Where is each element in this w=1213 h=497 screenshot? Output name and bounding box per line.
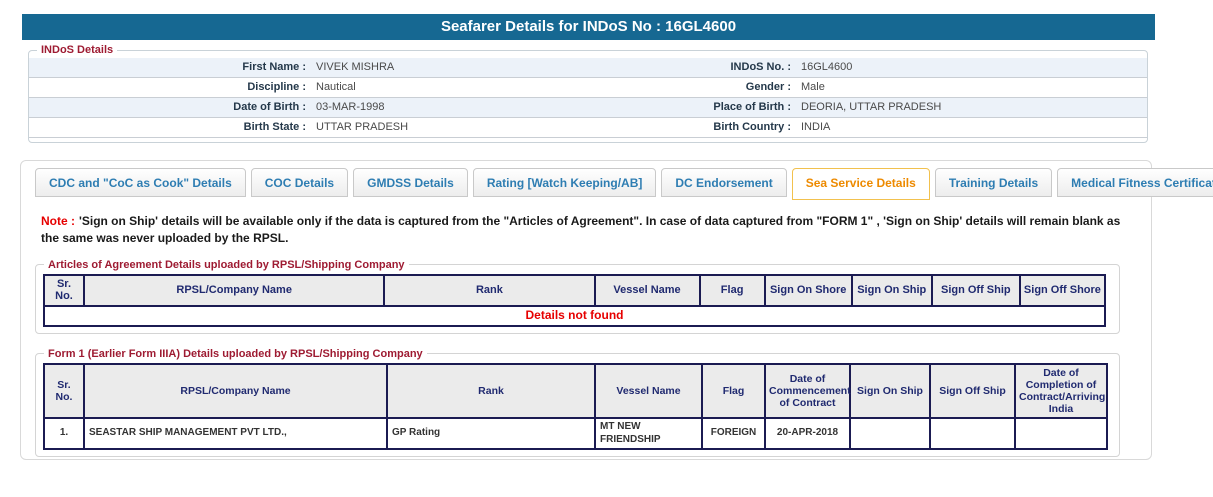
column-header-sign-on-ship: Sign On Ship xyxy=(852,275,932,306)
form1-legend: Form 1 (Earlier Form IIIA) Details uploa… xyxy=(44,348,427,360)
indos-details-legend: INDoS Details xyxy=(37,44,117,56)
field-value: 03-MAR-1998 xyxy=(314,98,639,117)
tab-gmdss-details[interactable]: GMDSS Details xyxy=(353,168,468,197)
column-header-flag: Flag xyxy=(700,275,765,306)
articles-of-agreement-table: Sr. No.RPSL/Company NameRankVessel NameF… xyxy=(43,274,1106,327)
column-header-sign-on-shore: Sign On Shore xyxy=(765,275,852,306)
column-header-rank: Rank xyxy=(384,275,594,306)
column-header-sr-no: Sr. No. xyxy=(44,364,84,418)
column-header-vessel-name: Vessel Name xyxy=(595,275,700,306)
page-title: Seafarer Details for INDoS No : 16GL4600 xyxy=(22,14,1155,40)
form1-section: Form 1 (Earlier Form IIIA) Details uploa… xyxy=(35,348,1120,457)
tab-bar: CDC and "CoC as Cook" DetailsCOC Details… xyxy=(35,168,1151,197)
field-value: UTTAR PRADESH xyxy=(314,118,639,137)
column-header-flag: Flag xyxy=(702,364,765,418)
column-header-sign-on-ship: Sign On Ship xyxy=(850,364,930,418)
table-header-row: Sr. No.RPSL/Company NameRankVessel NameF… xyxy=(44,275,1105,306)
field-label: Birth Country : xyxy=(639,118,799,137)
field-label: INDoS No. : xyxy=(639,58,799,77)
indos-details-section: INDoS Details First Name :VIVEK MISHRAIN… xyxy=(28,44,1148,143)
column-header-sr-no: Sr. No. xyxy=(44,275,84,306)
field-label: Date of Birth : xyxy=(29,98,314,117)
column-header-sign-off-ship: Sign Off Ship xyxy=(930,364,1015,418)
table-cell: SEASTAR SHIP MANAGEMENT PVT LTD., xyxy=(84,418,387,449)
articles-of-agreement-legend: Articles of Agreement Details uploaded b… xyxy=(44,259,409,271)
table-cell xyxy=(850,418,930,449)
table-cell: FOREIGN xyxy=(702,418,765,449)
field-label: Discipline : xyxy=(29,78,314,97)
tab-content-panel: CDC and "CoC as Cook" DetailsCOC Details… xyxy=(20,160,1152,460)
note-body: 'Sign on Ship' details will be available… xyxy=(41,214,1120,245)
tab-sea-service-details[interactable]: Sea Service Details xyxy=(792,168,930,200)
field-value: INDIA xyxy=(799,118,1147,137)
table-row: Details not found xyxy=(44,306,1105,326)
table-cell xyxy=(930,418,1015,449)
table-cell: MT NEW FRIENDSHIP xyxy=(595,418,702,449)
field-value: Nautical xyxy=(314,78,639,97)
indos-detail-row: Birth State :UTTAR PRADESHBirth Country … xyxy=(29,118,1147,138)
table-cell: 1. xyxy=(44,418,84,449)
tab-cdc-and-coc-as-cook-details[interactable]: CDC and "CoC as Cook" Details xyxy=(35,168,246,197)
form1-table: Sr. No.RPSL/Company NameRankVessel NameF… xyxy=(43,363,1108,450)
column-header-vessel-name: Vessel Name xyxy=(595,364,702,418)
note-prefix: Note : xyxy=(41,214,75,228)
table-cell: GP Rating xyxy=(387,418,595,449)
column-header-date-of-completion-of-contract-arriving-india: Date of Completion of Contract/Arriving … xyxy=(1015,364,1107,418)
column-header-rank: Rank xyxy=(387,364,595,418)
table-cell: 20-APR-2018 xyxy=(765,418,850,449)
indos-detail-row: Discipline :NauticalGender :Male xyxy=(29,78,1147,98)
field-value: DEORIA, UTTAR PRADESH xyxy=(799,98,1147,117)
tab-coc-details[interactable]: COC Details xyxy=(251,168,348,197)
details-not-found-message: Details not found xyxy=(44,306,1105,326)
column-header-date-of-commencement-of-contract: Date of Commencement of Contract xyxy=(765,364,850,418)
tab-training-details[interactable]: Training Details xyxy=(935,168,1052,197)
column-header-rpsl-company-name: RPSL/Company Name xyxy=(84,275,384,306)
articles-of-agreement-section: Articles of Agreement Details uploaded b… xyxy=(35,259,1120,334)
column-header-sign-off-shore: Sign Off Shore xyxy=(1020,275,1105,306)
indos-detail-row: First Name :VIVEK MISHRAINDoS No. :16GL4… xyxy=(29,58,1147,78)
field-label: First Name : xyxy=(29,58,314,77)
table-cell xyxy=(1015,418,1107,449)
indos-details-rows: First Name :VIVEK MISHRAINDoS No. :16GL4… xyxy=(29,58,1147,138)
table-row: 1.SEASTAR SHIP MANAGEMENT PVT LTD.,GP Ra… xyxy=(44,418,1107,449)
tab-rating-watch-keeping-ab[interactable]: Rating [Watch Keeping/AB] xyxy=(473,168,657,197)
note-text: Note :'Sign on Ship' details will be ava… xyxy=(41,213,1133,247)
field-label: Birth State : xyxy=(29,118,314,137)
tab-medical-fitness-certificate[interactable]: Medical Fitness Certificate xyxy=(1057,168,1213,197)
field-value: VIVEK MISHRA xyxy=(314,58,639,77)
indos-detail-row: Date of Birth :03-MAR-1998Place of Birth… xyxy=(29,98,1147,118)
field-label: Gender : xyxy=(639,78,799,97)
field-value: Male xyxy=(799,78,1147,97)
table-header-row: Sr. No.RPSL/Company NameRankVessel NameF… xyxy=(44,364,1107,418)
column-header-sign-off-ship: Sign Off Ship xyxy=(932,275,1020,306)
column-header-rpsl-company-name: RPSL/Company Name xyxy=(84,364,387,418)
tab-dc-endorsement[interactable]: DC Endorsement xyxy=(661,168,786,197)
field-label: Place of Birth : xyxy=(639,98,799,117)
field-value: 16GL4600 xyxy=(799,58,1147,77)
